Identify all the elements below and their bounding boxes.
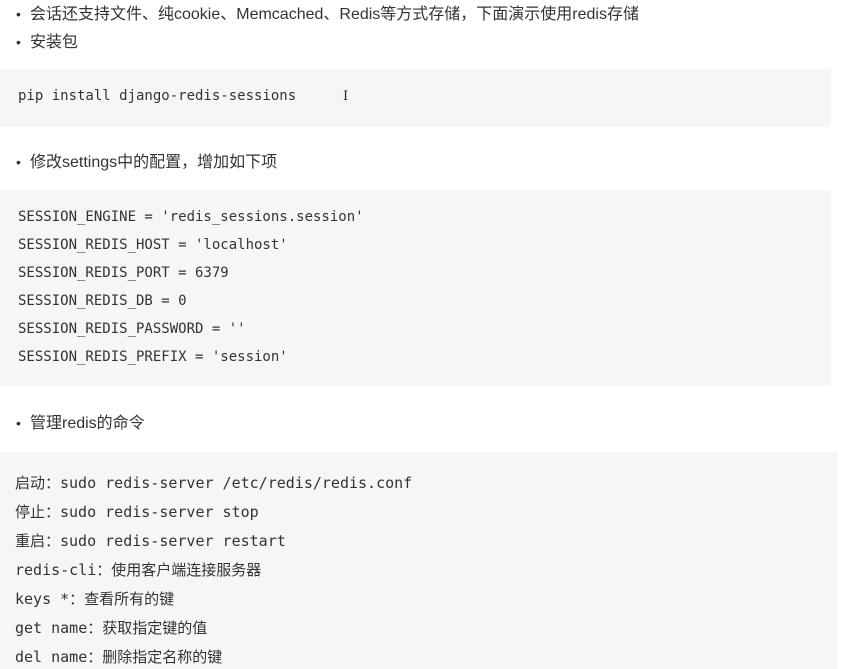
bullet-session-backends: • 会话还支持文件、纯cookie、Memcached、Redis等方式存储，下面… <box>16 3 639 26</box>
code-line: keys *：查看所有的键 <box>15 590 175 608</box>
code-line: SESSION_REDIS_PASSWORD = '' <box>18 321 246 337</box>
bullet-dot: • <box>16 154 21 170</box>
bullet-install-package: • 安装包 <box>16 31 78 54</box>
code-block-commands: 启动：sudo redis-server /etc/redis/redis.co… <box>0 452 838 669</box>
code-line: pip install django-redis-sessions <box>18 88 297 104</box>
code-line: del name：删除指定名称的键 <box>15 648 223 666</box>
code-block-install: pip install django-redis-sessions I <box>0 69 831 127</box>
code-line: SESSION_REDIS_DB = 0 <box>18 293 187 309</box>
code-block-settings: SESSION_ENGINE = 'redis_sessions.session… <box>0 190 831 386</box>
code-line: 启动：sudo redis-server /etc/redis/redis.co… <box>15 474 413 492</box>
code-line: 重启：sudo redis-server restart <box>15 532 286 550</box>
code-line: SESSION_ENGINE = 'redis_sessions.session… <box>18 209 364 225</box>
bullet-dot: • <box>16 6 21 22</box>
bullet-text: 安装包 <box>30 34 79 51</box>
bullet-text: 管理redis的命令 <box>30 415 145 432</box>
bullet-dot: • <box>16 34 21 50</box>
code-line: SESSION_REDIS_PREFIX = 'session' <box>18 349 288 365</box>
text-cursor-icon: I <box>343 89 349 104</box>
bullet-text: 会话还支持文件、纯cookie、Memcached、Redis等方式存储，下面演… <box>30 6 639 23</box>
code-line: redis-cli：使用客户端连接服务器 <box>15 561 262 579</box>
code-line: 停止：sudo redis-server stop <box>15 503 259 521</box>
bullet-text: 修改settings中的配置，增加如下项 <box>30 154 278 171</box>
bullet-redis-commands: • 管理redis的命令 <box>16 412 145 435</box>
code-line: get name：获取指定键的值 <box>15 619 208 637</box>
bullet-dot: • <box>16 415 21 431</box>
code-line: SESSION_REDIS_PORT = 6379 <box>18 265 229 281</box>
code-line: SESSION_REDIS_HOST = 'localhost' <box>18 237 288 253</box>
bullet-modify-settings: • 修改settings中的配置，增加如下项 <box>16 151 277 174</box>
